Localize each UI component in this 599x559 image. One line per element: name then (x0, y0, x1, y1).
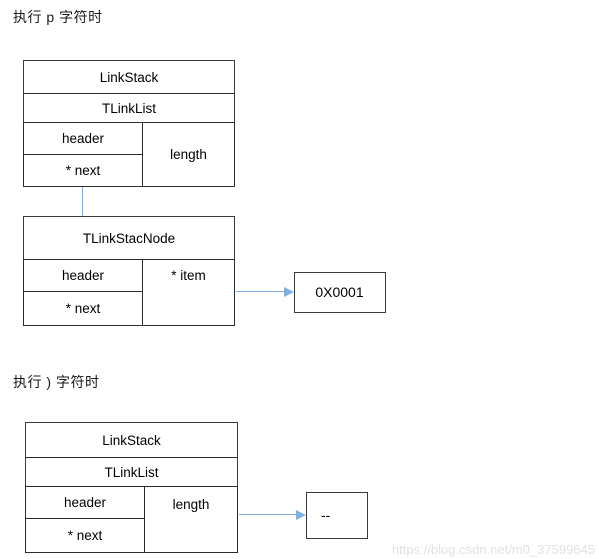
item-value-box-bottom: -- (306, 492, 368, 539)
struct-row-linkstack-bottom: LinkStack (26, 423, 237, 457)
watermark-text: https://blog.csdn.net/m0_37599645 (391, 542, 595, 557)
arrow-length-to-value-head (296, 510, 306, 520)
struct-row-tlinklist: TLinkList (24, 94, 234, 122)
arrow-item-to-value-head (284, 287, 294, 297)
arrow-item-to-value-line (236, 291, 286, 293)
section-caption-pop: 执行 ) 字符时 (13, 374, 100, 390)
tlinkstacnode-struct: TLinkStacNode header * next * item (23, 216, 235, 326)
linkstack-struct-top: LinkStack TLinkList header * next length (23, 60, 235, 187)
node-cell-item: * item (142, 259, 235, 326)
struct-cell-next: * next (23, 154, 143, 187)
item-value-text: 0X0001 (295, 273, 384, 311)
item-value-box-top: 0X0001 (294, 272, 386, 313)
linkstack-struct-bottom: LinkStack TLinkList header * next length (25, 422, 238, 553)
node-cell-next: * next (23, 291, 143, 326)
item-value-text-bottom: -- (307, 493, 366, 537)
diagram-canvas: 执行 p 字符时 LinkStack TLinkList header * ne… (0, 0, 599, 559)
arrow-length-to-value-line (239, 514, 298, 516)
node-cell-header: header (23, 259, 143, 292)
struct-cell-next-bottom: * next (25, 518, 145, 553)
section-caption-push: 执行 p 字符时 (13, 9, 103, 25)
struct-row-tlinkstacnode: TLinkStacNode (24, 217, 234, 259)
struct-cell-header: header (23, 122, 143, 155)
struct-cell-length: length (142, 122, 235, 187)
struct-cell-header-bottom: header (25, 486, 145, 519)
struct-row-tlinklist-bottom: TLinkList (26, 458, 237, 486)
struct-row-linkstack: LinkStack (24, 61, 234, 93)
struct-cell-length-bottom: length (144, 486, 238, 553)
